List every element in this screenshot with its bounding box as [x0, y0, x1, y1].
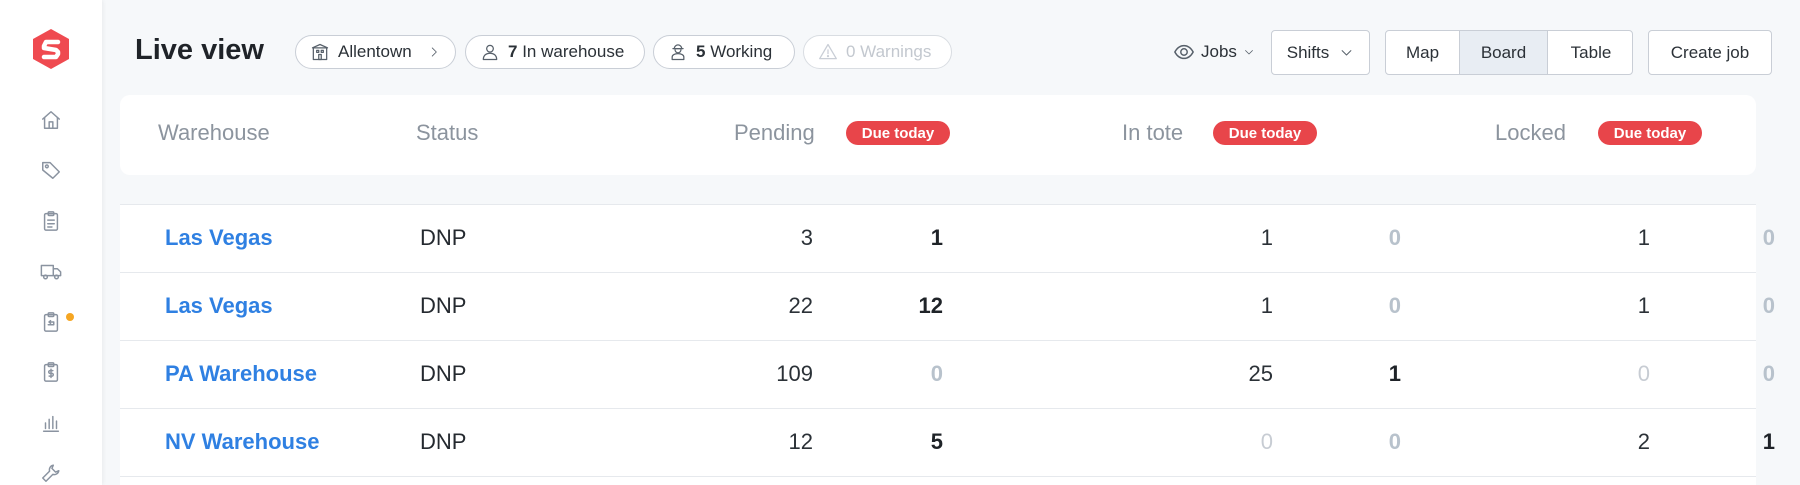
locked-due-cell: 0	[1762, 361, 1775, 386]
in-tote-due-today-badge: Due today	[1213, 121, 1317, 145]
warnings-label: 0 Warnings	[846, 42, 932, 61]
pending-due-cell: 1	[930, 225, 943, 250]
status-cell: DNP	[420, 361, 467, 386]
jobs-menu-label: Jobs	[1201, 42, 1237, 61]
warehouse-link[interactable]: Las Vegas	[165, 293, 273, 319]
status-cell: DNP	[420, 225, 467, 250]
column-header-status[interactable]: Status	[416, 120, 478, 146]
jobs-menu[interactable]: Jobs	[1173, 40, 1255, 64]
chevron-down-icon	[1341, 50, 1352, 56]
table-row[interactable]: NV Warehouse DNP 12 5 0 0 2 1	[120, 409, 1775, 477]
in-tote-due-cell: 1	[1388, 361, 1401, 386]
clipboard-dollar-icon[interactable]	[39, 360, 63, 384]
warehouse-link[interactable]: Las Vegas	[165, 225, 273, 251]
pending-due-today-badge: Due today	[846, 121, 950, 145]
shifts-label: Shifts	[1286, 42, 1330, 62]
home-icon[interactable]	[39, 108, 63, 132]
page-title: Live view	[135, 34, 264, 66]
locked-cell: 1	[1637, 293, 1650, 318]
shifts-dropdown[interactable]: Shifts	[1271, 30, 1370, 75]
in-tote-cell: 1	[1260, 293, 1273, 318]
view-map-button[interactable]: Map	[1386, 31, 1460, 74]
create-job-button[interactable]: Create job	[1648, 30, 1772, 75]
pending-due-cell: 12	[918, 293, 943, 318]
column-header-pending[interactable]: Pending	[734, 120, 815, 146]
pending-cell: 12	[788, 429, 813, 454]
bar-chart-icon[interactable]	[39, 411, 63, 435]
warehouse-link[interactable]: PA Warehouse	[165, 361, 317, 387]
location-selector[interactable]: Allentown	[295, 35, 456, 69]
tag-icon[interactable]	[39, 158, 63, 182]
locked-due-cell: 1	[1762, 429, 1775, 454]
locked-due-cell: 0	[1762, 293, 1775, 318]
building-icon	[311, 43, 329, 61]
clipboard-icon[interactable]	[39, 209, 63, 233]
pending-cell: 109	[776, 361, 813, 386]
eye-icon	[1174, 44, 1194, 60]
in-warehouse-count: 7	[508, 42, 518, 61]
warehouse-link[interactable]: NV Warehouse	[165, 429, 319, 455]
person-icon	[482, 44, 498, 61]
pending-due-cell: 5	[930, 429, 943, 454]
view-board-button[interactable]: Board	[1460, 31, 1548, 74]
pending-cell: 22	[788, 293, 813, 318]
table-row[interactable]: Las Vegas DNP 22 12 1 0 1 0	[120, 273, 1775, 341]
worker-icon	[671, 44, 685, 61]
locked-cell: 2	[1637, 429, 1650, 454]
in-tote-cell: 25	[1248, 361, 1273, 386]
pending-due-cell: 0	[930, 361, 943, 386]
sidebar	[0, 0, 102, 485]
in-warehouse-filter[interactable]: 7 In warehouse	[465, 35, 645, 69]
chevron-right-icon	[431, 47, 437, 57]
table-row[interactable]: PA Warehouse DNP 109 0 25 1 0 0	[120, 341, 1775, 409]
locked-cell: 1	[1637, 225, 1650, 250]
in-tote-due-cell: 0	[1388, 429, 1401, 454]
warning-icon	[819, 43, 837, 60]
column-header-in-tote[interactable]: In tote	[1122, 120, 1183, 146]
locked-due-today-badge: Due today	[1598, 121, 1702, 145]
status-cell: DNP	[420, 293, 467, 318]
wrench-icon[interactable]	[39, 461, 63, 485]
app-logo-icon[interactable]	[30, 28, 72, 70]
locked-cell: 0	[1637, 361, 1650, 386]
in-tote-cell: 1	[1260, 225, 1273, 250]
notification-dot	[66, 313, 74, 321]
in-tote-cell: 0	[1260, 429, 1273, 454]
working-filter[interactable]: 5 Working	[653, 35, 795, 69]
truck-icon[interactable]	[39, 259, 63, 283]
pending-cell: 3	[800, 225, 813, 250]
chevron-down-icon	[1245, 50, 1253, 55]
in-tote-due-cell: 0	[1388, 225, 1401, 250]
clipboard-return-icon[interactable]	[39, 310, 63, 334]
column-header-warehouse[interactable]: Warehouse	[158, 120, 270, 146]
locked-due-cell: 0	[1762, 225, 1775, 250]
table-row[interactable]: Las Vegas DNP 3 1 1 0 1 0	[120, 205, 1775, 273]
status-cell: DNP	[420, 429, 467, 454]
in-tote-due-cell: 0	[1388, 293, 1401, 318]
location-label: Allentown	[338, 42, 412, 61]
working-count: 5	[696, 42, 706, 61]
in-warehouse-label: In warehouse	[522, 42, 625, 61]
view-table-button[interactable]: Table	[1548, 31, 1632, 74]
working-label: Working	[710, 42, 773, 61]
view-switcher: Map Board Table	[1385, 30, 1633, 75]
column-header-locked[interactable]: Locked	[1495, 120, 1566, 146]
warnings-filter[interactable]: 0 Warnings	[803, 35, 952, 69]
